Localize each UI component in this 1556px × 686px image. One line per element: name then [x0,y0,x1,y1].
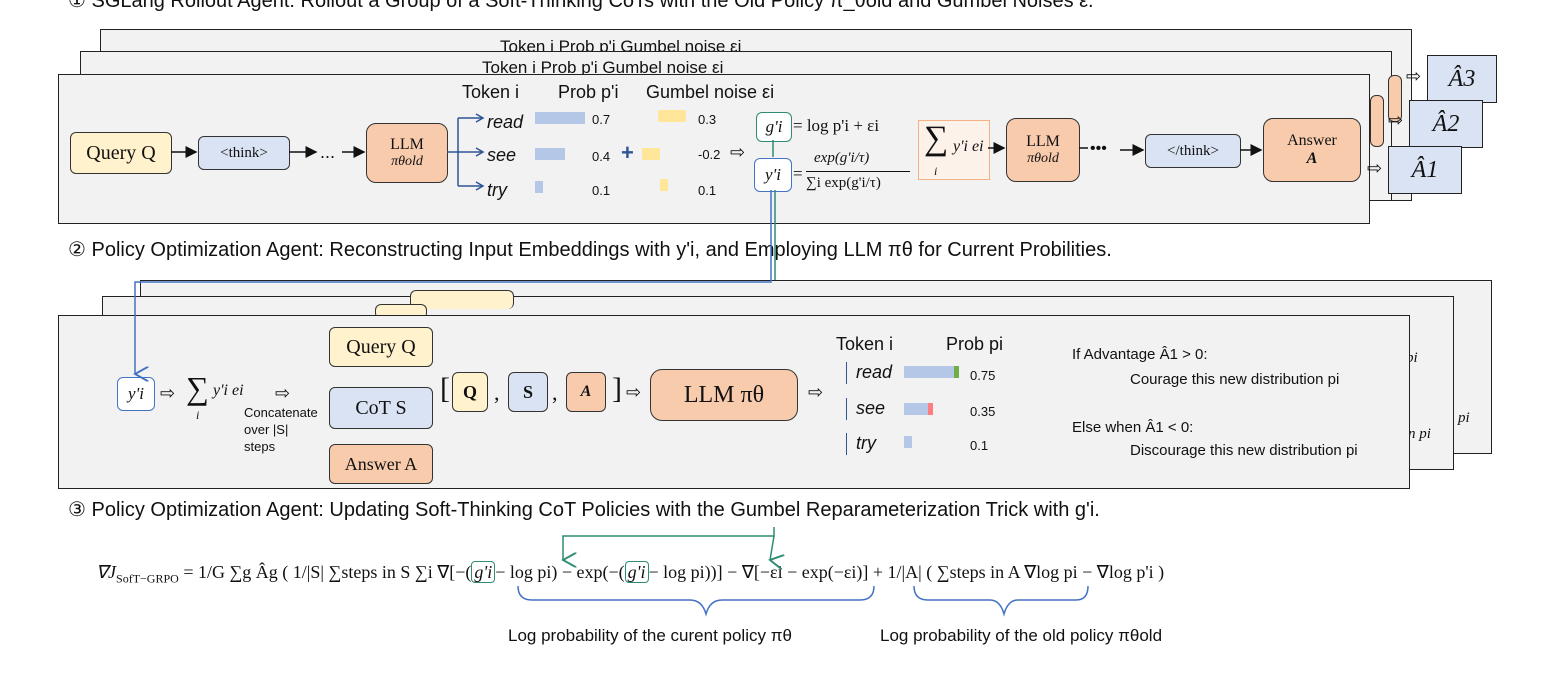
connector-y-to-s2 [135,190,772,374]
connector-g-formula [563,527,775,560]
brace-old [913,585,1089,617]
connector-g-formula-2 [770,535,774,560]
arrow-llm-tokens [447,117,482,187]
connector-overlay [0,113,1263,617]
brace-current [517,585,875,617]
